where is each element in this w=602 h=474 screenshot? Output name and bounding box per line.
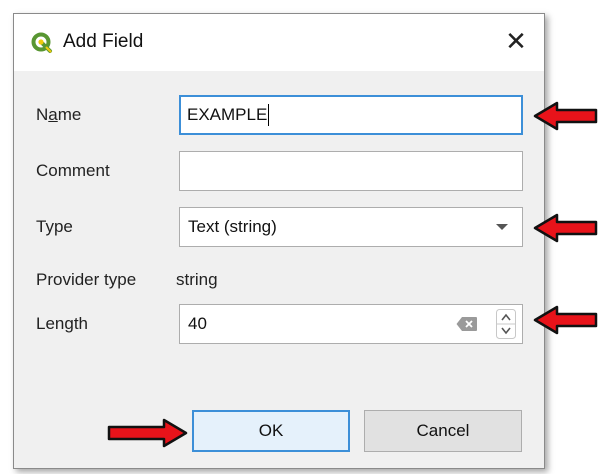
comment-input[interactable] — [179, 151, 523, 191]
type-select[interactable]: Text (string) — [179, 207, 523, 247]
name-label: Name — [36, 105, 82, 124]
annotation-arrow-left-icon — [533, 213, 598, 243]
annotation-arrow-left-icon — [533, 101, 598, 131]
title-bar: Add Field ✕ — [14, 14, 544, 71]
length-label: Length — [36, 314, 88, 333]
qgis-logo-icon — [31, 32, 52, 53]
clear-icon[interactable] — [456, 316, 478, 332]
chevron-down-icon[interactable] — [496, 224, 508, 230]
provider-type-label: Provider type — [36, 270, 137, 289]
name-input-value: EXAMPLE — [187, 105, 268, 124]
comment-label: Comment — [36, 161, 110, 180]
type-select-value: Text (string) — [188, 217, 277, 236]
dialog-title: Add Field — [63, 31, 144, 52]
cancel-button[interactable]: Cancel — [364, 410, 522, 452]
provider-type-value: string — [176, 270, 218, 289]
length-spinbox[interactable]: 40 — [179, 304, 523, 344]
ok-button[interactable]: OK — [192, 410, 350, 452]
annotation-arrow-left-icon — [533, 305, 598, 335]
length-value: 40 — [188, 314, 207, 333]
name-input[interactable]: EXAMPLE — [179, 95, 523, 135]
type-label: Type — [36, 217, 73, 236]
annotation-arrow-right-icon — [107, 418, 188, 448]
spin-up-down-icon[interactable] — [496, 309, 516, 339]
close-icon[interactable]: ✕ — [502, 27, 530, 55]
add-field-dialog: Add Field ✕ Name EXAMPLE Comment Type Te… — [13, 13, 545, 469]
text-caret — [268, 104, 270, 126]
